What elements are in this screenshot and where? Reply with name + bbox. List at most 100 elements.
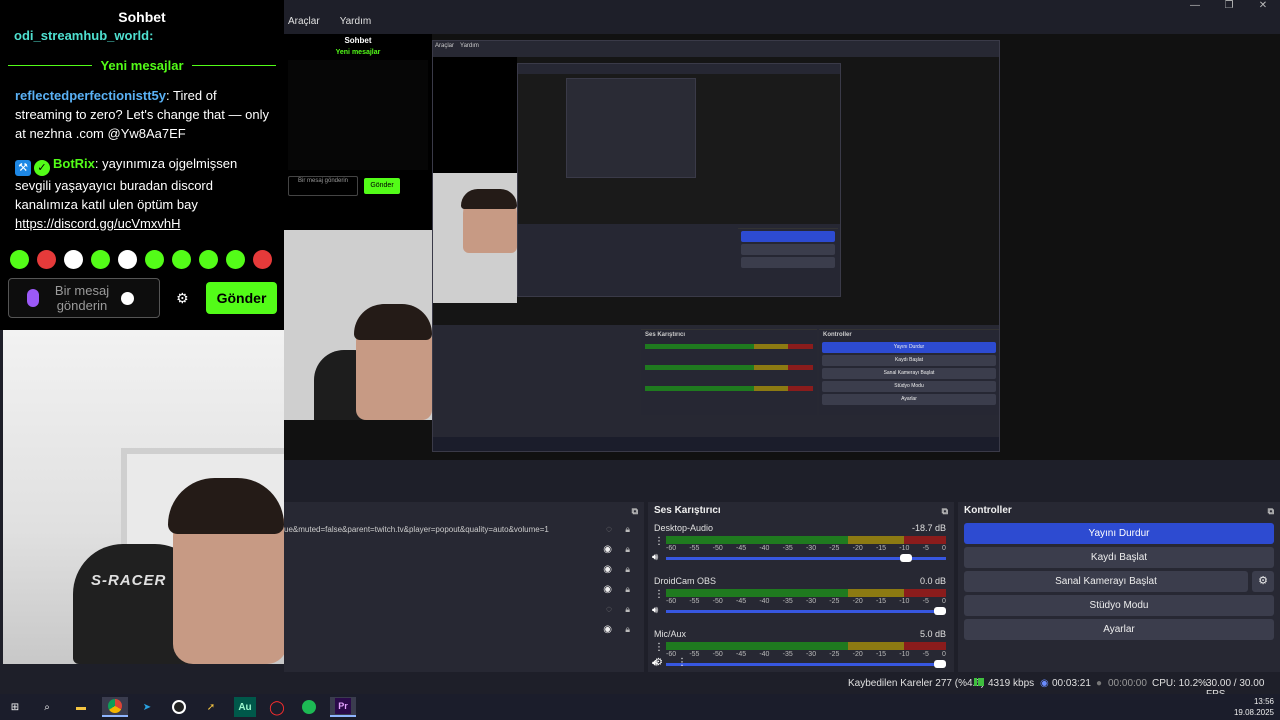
undock-icon[interactable]: ⧉ bbox=[1268, 502, 1274, 520]
obs-preview[interactable]: Sohbet Yeni mesajlar Bir mesaj gönderin … bbox=[284, 34, 1280, 460]
volume-icon[interactable]: 🔊︎ bbox=[652, 552, 658, 563]
meter-tick-label: -50 bbox=[712, 598, 723, 605]
meter-tick-label: -15 bbox=[875, 651, 887, 658]
opera-icon[interactable]: ◯ bbox=[266, 697, 288, 717]
spotify-icon[interactable] bbox=[298, 697, 320, 717]
emote-icon[interactable] bbox=[10, 250, 29, 269]
taskbar-clock[interactable]: 13:56 19.08.2025 bbox=[1234, 696, 1274, 718]
discord-link[interactable]: https://discord.gg/ucVmxvhH bbox=[15, 216, 180, 231]
chat-message: ⚒ ✓ BotRix: yayınımıza ojgelmişsen sevgili… bbox=[15, 154, 273, 233]
channel-menu-icon[interactable]: ⋮ bbox=[654, 642, 664, 653]
advanced-audio-gear-icon[interactable]: ⚙ bbox=[654, 657, 663, 668]
virtual-camera-gear-icon[interactable]: ⚙ bbox=[1252, 571, 1274, 592]
chat-username[interactable]: BotRix bbox=[53, 156, 95, 171]
lock-icon[interactable]: 🔒︎ bbox=[625, 624, 630, 635]
lock-icon[interactable]: 🔒︎ bbox=[625, 604, 630, 615]
folder-icon[interactable]: ▬ bbox=[70, 697, 92, 717]
chat-username[interactable]: reflectedperfectionistt5y bbox=[15, 88, 166, 103]
close-icon[interactable]: ✕ bbox=[1246, 0, 1280, 14]
source-row[interactable]: ◉ 🔒︎ bbox=[284, 580, 644, 600]
menu-tools[interactable]: Araçlar bbox=[284, 14, 324, 34]
volume-meter bbox=[666, 642, 946, 650]
volume-slider[interactable] bbox=[666, 660, 946, 668]
eye-icon[interactable]: ◉ bbox=[603, 544, 612, 555]
lock-icon[interactable]: 🔒︎ bbox=[625, 544, 630, 555]
nested-taskbar bbox=[433, 437, 999, 451]
volume-icon[interactable]: 🔊︎ bbox=[652, 605, 658, 616]
meter-tick-label: -10 bbox=[899, 651, 910, 658]
source-row[interactable]: ◉ 🔒︎ bbox=[284, 560, 644, 580]
emote-icon[interactable] bbox=[64, 250, 83, 269]
stop-streaming-button[interactable]: Yayını Durdur bbox=[964, 523, 1274, 544]
meter-tick-label: -5 bbox=[922, 545, 929, 552]
emote-icon[interactable] bbox=[145, 250, 164, 269]
chat-message-input[interactable]: Bir mesaj gönderin bbox=[8, 278, 160, 318]
restore-icon[interactable]: ❐ bbox=[1212, 0, 1246, 14]
lock-icon[interactable]: 🔒︎ bbox=[625, 584, 630, 595]
minimize-icon[interactable]: — bbox=[1178, 0, 1212, 14]
windows-icon[interactable]: ⊞ bbox=[4, 697, 26, 717]
emote-icon[interactable] bbox=[226, 250, 245, 269]
preview-chat-input: Bir mesaj gönderin bbox=[288, 176, 358, 196]
mixer-menu-icon[interactable]: ⋮ bbox=[677, 657, 687, 668]
meter-ticks: -60 -55 -50 -45 -40 -35 -30 -25 -20 -15 -10 -5 0 bbox=[666, 545, 946, 552]
chat-settings-gear-icon[interactable]: ⚙ bbox=[176, 290, 189, 307]
volume-slider-handle[interactable] bbox=[900, 554, 913, 562]
settings-button[interactable]: Ayarlar bbox=[964, 619, 1274, 640]
meter-tick-label: -30 bbox=[805, 651, 817, 658]
nested-mixer: Ses Karıştırıcı bbox=[641, 329, 817, 415]
menu-help[interactable]: Yardım bbox=[336, 14, 376, 34]
channel-menu-icon[interactable]: ⋮ bbox=[654, 536, 664, 547]
obs-icon[interactable] bbox=[168, 697, 190, 717]
mixer-channel: DroidCam OBS 0.0 dB ⋮ -60 -55 -50 -45 -40 -35 -30… bbox=[648, 573, 954, 626]
emote-icon[interactable] bbox=[199, 250, 218, 269]
emote-icon[interactable] bbox=[37, 250, 56, 269]
hidden-eye-icon[interactable]: ◌ bbox=[606, 524, 612, 535]
obs-menu-bar: Araçlar Yardım bbox=[284, 14, 375, 34]
source-row[interactable]: ◌ 🔒︎ bbox=[284, 600, 644, 620]
emoji-icon[interactable] bbox=[121, 291, 134, 305]
audio-mixer-dock: Ses Karıştırıcı ⧉ Desktop-Audio -18.7 dB ⋮ -… bbox=[648, 502, 954, 672]
undock-icon[interactable]: ⧉ bbox=[632, 502, 638, 520]
microphone-icon[interactable] bbox=[27, 289, 39, 307]
start-recording-button[interactable]: Kaydı Başlat bbox=[964, 547, 1274, 568]
volume-slider-handle[interactable] bbox=[934, 660, 946, 668]
eye-icon[interactable]: ◉ bbox=[603, 624, 612, 635]
chrome-icon[interactable] bbox=[102, 697, 128, 717]
send-button[interactable]: Gönder bbox=[206, 282, 277, 314]
source-row[interactable]: ◉ 🔒︎ bbox=[284, 540, 644, 560]
search-icon[interactable]: ⌕ bbox=[36, 697, 58, 717]
emote-icon[interactable] bbox=[253, 250, 272, 269]
emote-icon[interactable] bbox=[172, 250, 191, 269]
arrow-app-icon[interactable]: ➚ bbox=[200, 697, 222, 717]
undock-icon[interactable]: ⧉ bbox=[942, 502, 948, 520]
channel-name: DroidCam OBS bbox=[654, 576, 717, 586]
lock-icon[interactable]: 🔒︎ bbox=[625, 564, 630, 575]
meter-tick-label: -55 bbox=[689, 598, 700, 605]
meter-tick-label: -35 bbox=[782, 598, 793, 605]
volume-slider[interactable] bbox=[666, 554, 946, 562]
emote-icon[interactable] bbox=[118, 250, 137, 269]
source-row[interactable]: ue&muted=false&parent=twitch.tv&player=p… bbox=[284, 520, 644, 540]
source-row[interactable]: ◉ 🔒︎ bbox=[284, 620, 644, 640]
start-virtual-camera-button[interactable]: Sanal Kamerayı Başlat ⚙ bbox=[964, 571, 1274, 592]
telegram-icon[interactable]: ➤ bbox=[136, 697, 158, 717]
eye-icon[interactable]: ◉ bbox=[603, 564, 612, 575]
studio-mode-button[interactable]: Stüdyo Modu bbox=[964, 595, 1274, 616]
lock-icon[interactable]: 🔒︎ bbox=[625, 524, 630, 535]
channel-menu-icon[interactable]: ⋮ bbox=[654, 589, 664, 600]
volume-slider-handle[interactable] bbox=[934, 607, 946, 615]
volume-slider[interactable] bbox=[666, 607, 946, 615]
premiere-icon[interactable]: Pr bbox=[330, 697, 356, 717]
clock-time: 13:56 bbox=[1253, 697, 1274, 706]
channel-db: -18.7 dB bbox=[911, 523, 946, 533]
eye-icon[interactable]: ◉ bbox=[603, 584, 612, 595]
hidden-eye-icon[interactable]: ◌ bbox=[606, 604, 612, 615]
emote-icon[interactable] bbox=[91, 250, 110, 269]
meter-tick-label: -30 bbox=[805, 545, 817, 552]
meter-tick-label: -5 bbox=[922, 651, 929, 658]
meter-tick-label: -50 bbox=[712, 651, 723, 658]
audition-icon[interactable]: Au bbox=[234, 697, 256, 717]
volume-meter bbox=[666, 589, 946, 597]
obs-status-bar: Kaybedilen Kareler 277 (%4.6) 4319 kbps … bbox=[0, 672, 1280, 700]
